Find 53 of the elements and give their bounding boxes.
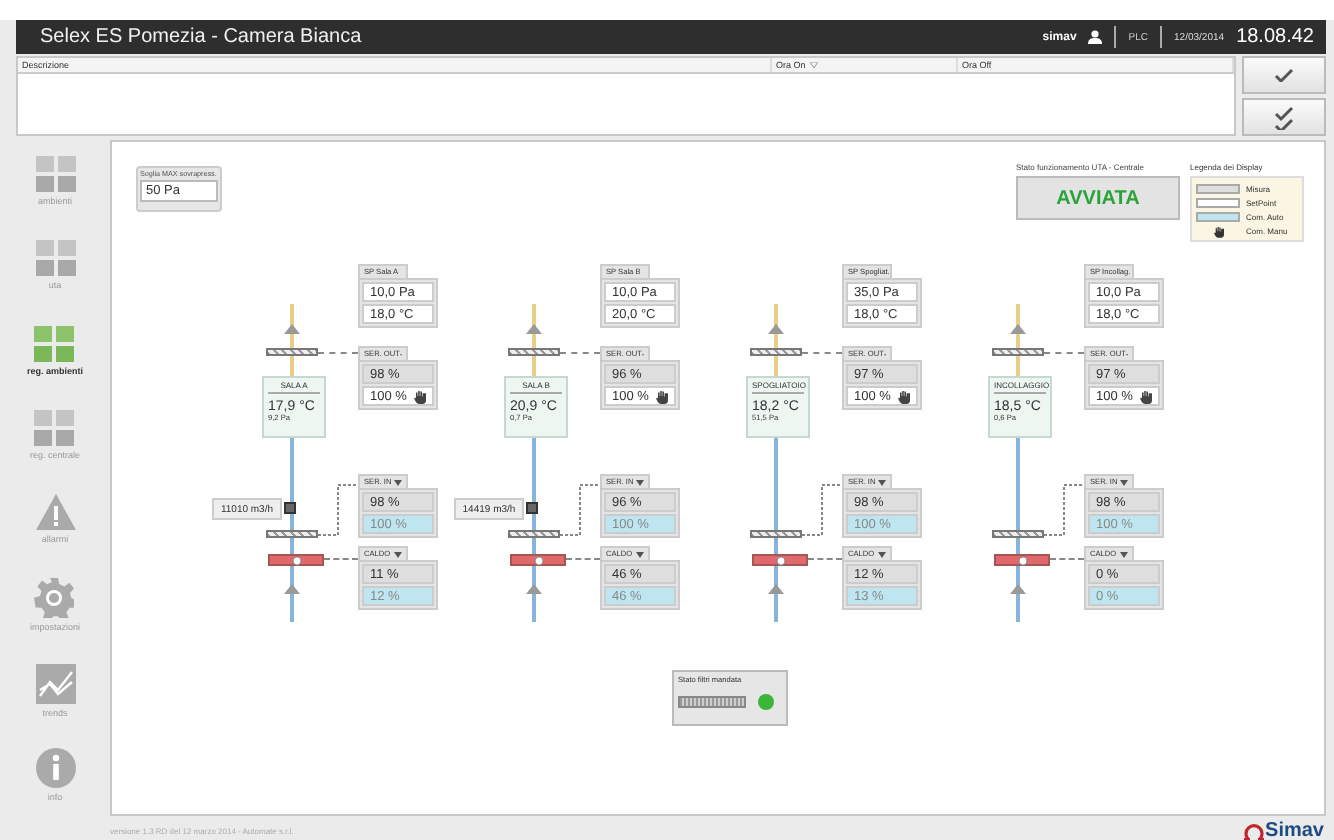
damper (508, 530, 560, 538)
leader-line (318, 484, 360, 536)
logo-text: Simav (1265, 819, 1324, 840)
grid-icon (35, 156, 75, 192)
valve-icon (291, 555, 301, 565)
sort-icon (809, 62, 818, 68)
damper (508, 348, 560, 356)
logo-icon (1243, 821, 1264, 839)
double-check-icon (1274, 105, 1294, 129)
damper (266, 530, 318, 538)
filter-icon (678, 696, 746, 708)
window-title: Selex ES Pomezia - Camera Bianca (40, 26, 364, 48)
settings-icon (34, 578, 75, 619)
leader-line (560, 484, 602, 536)
flow-arrow-icon (284, 324, 300, 334)
hand-icon (414, 389, 426, 403)
valve-icon (775, 555, 785, 565)
setpoint-swatch (1196, 197, 1240, 207)
damper (266, 348, 318, 356)
flow-arrow-icon (768, 584, 784, 594)
sensor-icon (526, 502, 538, 514)
grid-icon (34, 409, 75, 446)
flow-arrow-icon (526, 584, 542, 594)
damper (750, 530, 802, 538)
user-icon (1088, 30, 1103, 44)
check-icon (1274, 68, 1294, 82)
warning-icon (35, 494, 75, 530)
flow-arrow-icon (1010, 584, 1026, 594)
flow-arrow-icon (768, 324, 784, 334)
info-icon (35, 747, 75, 788)
flow-arrow-icon (1010, 324, 1026, 334)
flow-arrow-icon (284, 584, 300, 594)
acknowledge-button[interactable] (1242, 98, 1326, 136)
valve-icon (1017, 555, 1027, 565)
sensor-icon (284, 502, 296, 514)
hand-icon (1213, 225, 1223, 237)
valve-icon (533, 555, 543, 565)
damper (750, 348, 802, 356)
grid-icon (34, 325, 75, 361)
flow-arrow-icon (526, 324, 542, 334)
hand-icon (1140, 389, 1152, 403)
grid-icon (35, 240, 75, 277)
measure-swatch (1196, 183, 1240, 193)
clock-text: 18.08.42 (1236, 26, 1314, 48)
hand-icon (898, 389, 910, 403)
auto-swatch (1196, 211, 1240, 221)
trend-chart-icon (35, 663, 75, 703)
hand-icon (656, 389, 668, 403)
damper (992, 530, 1044, 538)
leader-line (1044, 484, 1086, 536)
damper (992, 348, 1044, 356)
status-display: AVVIATA (1016, 176, 1180, 220)
leader-line (802, 484, 844, 536)
